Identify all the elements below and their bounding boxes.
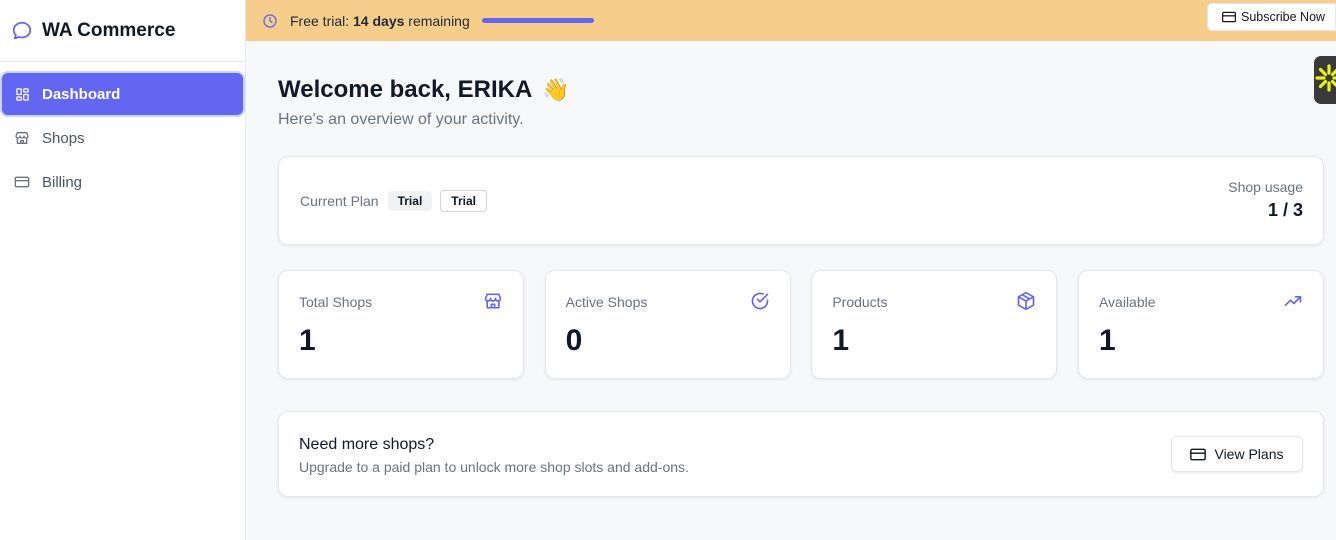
waving-hand-emoji: 👋 — [542, 77, 570, 102]
sidebar-item-label: Billing — [42, 173, 83, 191]
sidebar: WA Commerce Dashboard Shops Billing — [0, 0, 246, 540]
brand-name: WA Commerce — [42, 19, 176, 41]
trial-banner: Free trial: 14 days remaining Subscribe … — [246, 0, 1336, 41]
stat-label: Available — [1098, 294, 1156, 310]
chat-bubble-icon — [10, 19, 34, 43]
stat-value: 1 — [1098, 324, 1116, 357]
stat-label: Active Shops — [565, 294, 648, 310]
welcome-text: Welcome back, ERIKA — [278, 76, 533, 103]
plan-status-badge: Trial — [440, 189, 487, 212]
upgrade-title: Need more shops? — [299, 436, 435, 453]
shop-usage: Shop usage 1 / 3 — [1228, 179, 1303, 221]
stat-label: Products — [832, 294, 888, 310]
trial-progress-bar — [481, 18, 594, 23]
sidebar-item-label: Shops — [42, 129, 85, 147]
sidebar-item-dashboard[interactable]: Dashboard — [2, 73, 243, 115]
credit-card-icon — [1221, 11, 1237, 23]
trial-suffix: remaining — [404, 12, 470, 29]
stats-row: Total Shops 1 Active Shops 0 Products 1 — [278, 270, 1324, 379]
trial-days: 14 days — [353, 12, 405, 29]
subscribe-now-button[interactable]: Subscribe Now — [1207, 3, 1336, 31]
page-subtitle: Here's an overview of your activity. — [278, 111, 524, 128]
box-icon — [1016, 291, 1036, 311]
current-plan-card: Current Plan Trial Trial Shop usage 1 / … — [278, 156, 1324, 245]
stat-card-products: Products 1 — [811, 270, 1058, 379]
upgrade-card: Need more shops? Upgrade to a paid plan … — [278, 411, 1324, 497]
check-circle-icon — [750, 291, 770, 311]
shop-usage-value: 1 / 3 — [1267, 200, 1303, 220]
upgrade-description: Upgrade to a paid plan to unlock more sh… — [299, 459, 689, 475]
sidebar-item-shops[interactable]: Shops — [2, 117, 243, 159]
grid-icon — [14, 86, 30, 102]
sidebar-item-billing[interactable]: Billing — [2, 161, 243, 203]
credit-card-icon — [1190, 448, 1207, 461]
store-icon — [483, 291, 503, 311]
main-content: Welcome back, ERIKA 👋 Here's an overview… — [278, 41, 1324, 497]
credit-card-icon — [14, 174, 30, 190]
stat-value: 1 — [299, 324, 316, 357]
shop-usage-label: Shop usage — [1228, 179, 1303, 195]
plan-badge: Trial — [387, 190, 433, 211]
trial-text: Free trial: 14 days remaining — [290, 13, 470, 29]
stat-label: Total Shops — [299, 294, 373, 310]
stat-value: 1 — [832, 324, 849, 357]
subscribe-label: Subscribe Now — [1241, 10, 1326, 24]
trial-prefix: Free trial: — [290, 12, 354, 29]
store-icon — [14, 130, 30, 146]
clock-icon — [262, 13, 278, 29]
view-plans-label: View Plans — [1214, 446, 1284, 462]
view-plans-button[interactable]: View Plans — [1171, 436, 1303, 472]
current-plan-label: Current Plan — [300, 192, 379, 209]
trending-up-icon — [1283, 291, 1303, 311]
stat-value: 0 — [565, 324, 583, 357]
brand[interactable]: WA Commerce — [0, 0, 245, 62]
sidebar-item-label: Dashboard — [42, 85, 121, 103]
sidebar-nav: Dashboard Shops Billing — [0, 62, 245, 203]
stat-card-available: Available 1 — [1077, 270, 1324, 379]
stat-card-total-shops: Total Shops 1 — [278, 270, 524, 379]
page-title: Welcome back, ERIKA 👋 — [278, 76, 1324, 104]
stat-card-active-shops: Active Shops 0 — [544, 270, 791, 379]
